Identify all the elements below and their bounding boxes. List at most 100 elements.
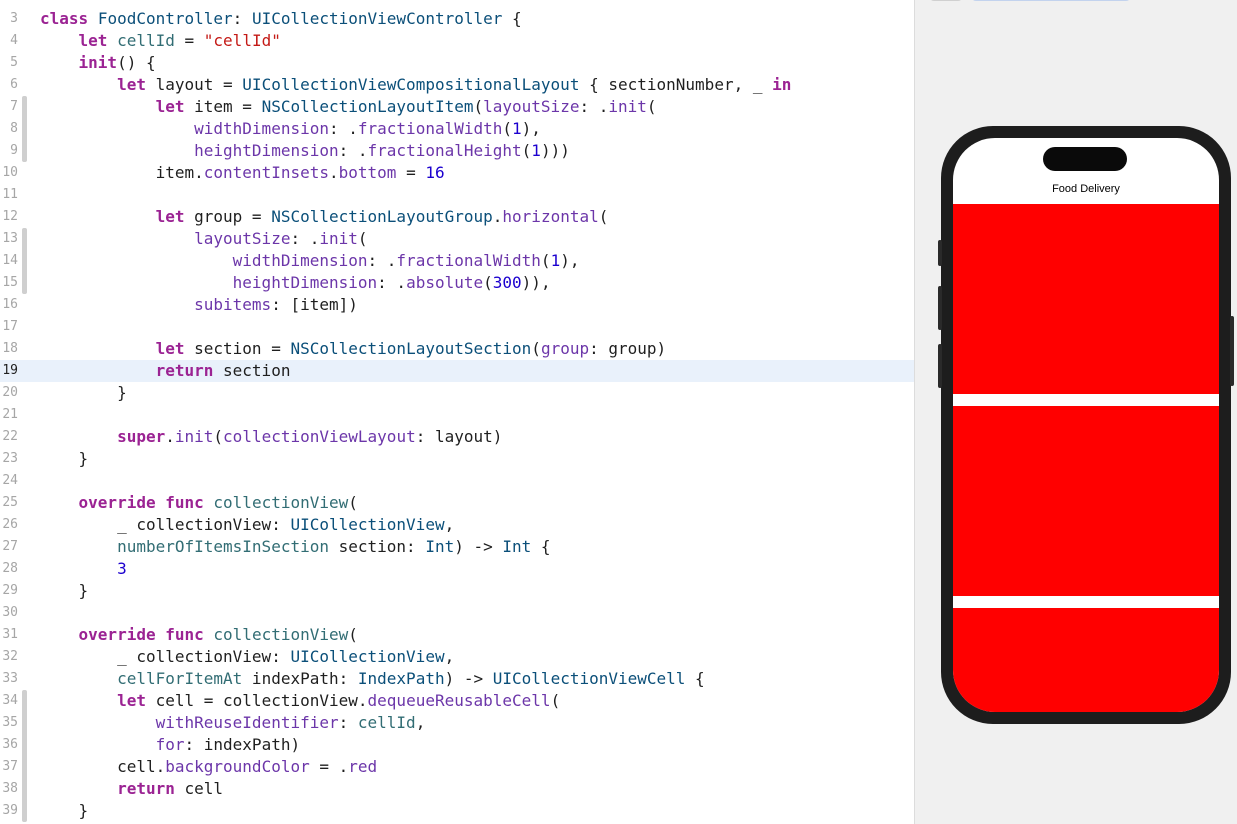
line-number[interactable]: 26	[0, 517, 18, 532]
code-token: 16	[425, 163, 445, 182]
preview-toolbar-button[interactable]	[929, 0, 963, 1]
code-line[interactable]: subitems: [item])	[40, 294, 358, 316]
line-number[interactable]: 32	[0, 649, 18, 664]
line-number[interactable]: 19	[0, 363, 18, 378]
code-line[interactable]: for: indexPath)	[40, 734, 301, 756]
code-line[interactable]: let group = NSCollectionLayoutGroup.hori…	[40, 206, 609, 228]
code-line[interactable]: }	[40, 382, 127, 404]
line-number[interactable]: 14	[0, 253, 18, 268]
code-line[interactable]: item.contentInsets.bottom = 16	[40, 162, 445, 184]
code-editor[interactable]: 3 4 5 6 7 8 9 10 11 12 13 14 15 16 17 18 19 20 21 22 23 24 25 2…	[0, 0, 914, 824]
code-token: : [item])	[271, 295, 358, 314]
code-token: dequeueReusableCell	[367, 691, 551, 710]
line-number[interactable]: 15	[0, 275, 18, 290]
line-number[interactable]: 20	[0, 385, 18, 400]
change-indicator-bar[interactable]	[22, 96, 27, 162]
code-line[interactable]: override func collectionView(	[40, 624, 358, 646]
code-line[interactable]: let cell = collectionView.dequeueReusabl…	[40, 690, 560, 712]
code-line[interactable]: layoutSize: .init(	[40, 228, 367, 250]
line-number[interactable]: 7	[0, 99, 18, 114]
code-token: ) ->	[444, 669, 493, 688]
code-line[interactable]: numberOfItemsInSection section: Int) -> …	[40, 536, 551, 558]
line-number[interactable]: 36	[0, 737, 18, 752]
line-number[interactable]: 37	[0, 759, 18, 774]
code-token: subitems	[194, 295, 272, 314]
code-token: { sectionNumber, _	[579, 75, 773, 94]
line-number[interactable]: 34	[0, 693, 18, 708]
preview-device-selector[interactable]	[971, 0, 1131, 1]
line-number[interactable]: 11	[0, 187, 18, 202]
code-line[interactable]: _ collectionView: UICollectionView,	[40, 646, 454, 668]
line-number[interactable]: 4	[0, 33, 18, 48]
line-number[interactable]: 12	[0, 209, 18, 224]
line-number[interactable]: 18	[0, 341, 18, 356]
code-line[interactable]: return cell	[40, 778, 223, 800]
iphone-frame: Food Delivery	[938, 126, 1234, 724]
code-line[interactable]: let cellId = "cellId"	[40, 30, 281, 52]
code-line[interactable]: heightDimension: .absolute(300)),	[40, 272, 551, 294]
line-number[interactable]: 31	[0, 627, 18, 642]
code-token: return	[155, 361, 214, 380]
line-number[interactable]: 21	[0, 407, 18, 422]
line-number[interactable]: 5	[0, 55, 18, 70]
code-line[interactable]: }	[40, 800, 89, 822]
code-token: in	[772, 75, 792, 94]
code-token: : .	[338, 141, 368, 160]
collection-cell[interactable]	[953, 406, 1219, 596]
code-line[interactable]: super.init(collectionViewLayout: layout)	[40, 426, 502, 448]
code-token: _ collectionView:	[40, 515, 291, 534]
line-number[interactable]: 13	[0, 231, 18, 246]
code-token: fractionalWidth	[396, 251, 541, 270]
line-number[interactable]: 25	[0, 495, 18, 510]
line-number[interactable]: 8	[0, 121, 18, 136]
code-token: }	[40, 383, 127, 402]
line-number[interactable]: 39	[0, 803, 18, 818]
code-line[interactable]: let section = NSCollectionLayoutSection(…	[40, 338, 667, 360]
line-number[interactable]: 29	[0, 583, 18, 598]
line-number[interactable]: 33	[0, 671, 18, 686]
code-line[interactable]: return section	[40, 360, 291, 382]
line-number[interactable]: 9	[0, 143, 18, 158]
code-line[interactable]: _ collectionView: UICollectionView,	[40, 514, 454, 536]
line-number[interactable]: 38	[0, 781, 18, 796]
code-line[interactable]: heightDimension: .fractionalHeight(1)))	[40, 140, 570, 162]
code-line[interactable]: cellForItemAt indexPath: IndexPath) -> U…	[40, 668, 705, 690]
code-line[interactable]: init() {	[40, 52, 156, 74]
code-line[interactable]: }	[40, 580, 89, 602]
code-line[interactable]: let item = NSCollectionLayoutItem(layout…	[40, 96, 657, 118]
line-number[interactable]: 24	[0, 473, 18, 488]
line-number[interactable]: 22	[0, 429, 18, 444]
code-token: NSCollectionLayoutItem	[261, 97, 474, 116]
line-number[interactable]: 28	[0, 561, 18, 576]
code-token: backgroundColor	[165, 757, 310, 776]
line-number[interactable]: 35	[0, 715, 18, 730]
line-number[interactable]: 6	[0, 77, 18, 92]
code-token: : layout)	[415, 427, 503, 446]
line-number[interactable]: 10	[0, 165, 18, 180]
code-token: section =	[184, 339, 291, 358]
change-indicator-bar[interactable]	[22, 690, 27, 822]
canvas-preview-pane[interactable]: Food Delivery	[914, 0, 1237, 824]
line-number[interactable]: 3	[0, 11, 18, 26]
line-number[interactable]: 16	[0, 297, 18, 312]
code-line[interactable]: widthDimension: .fractionalWidth(1),	[40, 118, 541, 140]
code-token: fractionalHeight	[367, 141, 522, 160]
collection-cell[interactable]	[953, 608, 1219, 712]
line-number[interactable]: 30	[0, 605, 18, 620]
code-line[interactable]: cell.backgroundColor = .red	[40, 756, 377, 778]
code-line[interactable]: class FoodController: UICollectionViewCo…	[40, 8, 522, 30]
code-line[interactable]: withReuseIdentifier: cellId,	[40, 712, 426, 734]
line-number[interactable]: 17	[0, 319, 18, 334]
code-token: =	[174, 31, 204, 50]
code-line[interactable]: widthDimension: .fractionalWidth(1),	[40, 250, 580, 272]
code-line[interactable]: }	[40, 448, 89, 470]
line-number[interactable]: 23	[0, 451, 18, 466]
line-number[interactable]: 27	[0, 539, 18, 554]
code-line[interactable]: 3	[40, 558, 127, 580]
change-indicator-bar[interactable]	[22, 228, 27, 294]
collection-cell[interactable]	[953, 204, 1219, 394]
code-line[interactable]: let layout = UICollectionViewComposition…	[40, 74, 791, 96]
code-line[interactable]: override func collectionView(	[40, 492, 358, 514]
